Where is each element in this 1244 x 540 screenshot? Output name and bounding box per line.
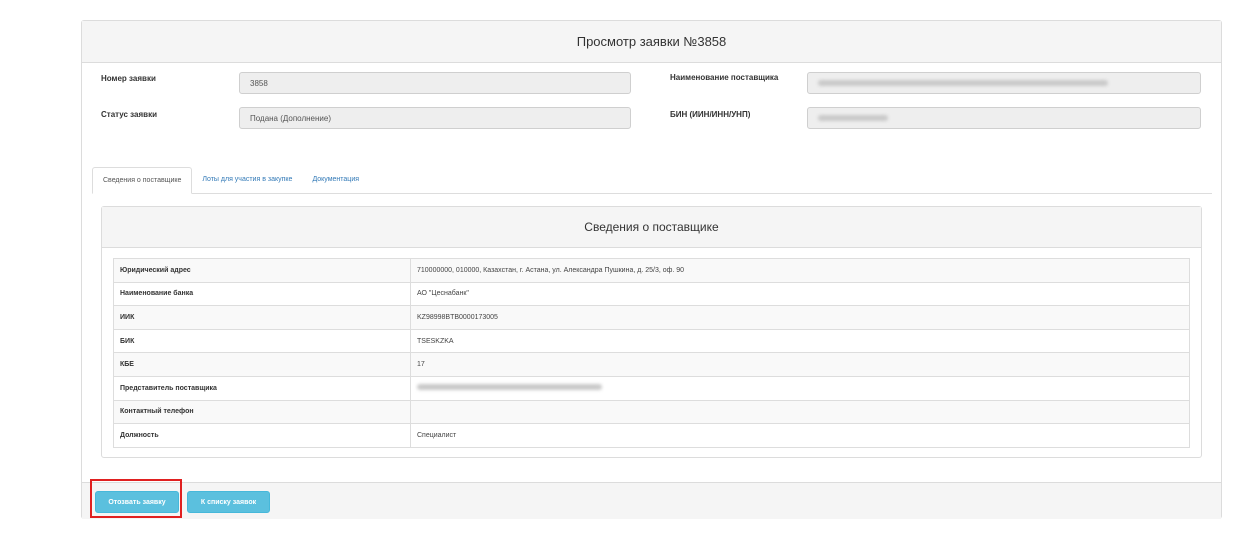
supplier-name-field — [807, 72, 1201, 94]
redacted-representative — [417, 384, 602, 391]
tab-lots[interactable]: Лоты для участия в закупке — [192, 166, 302, 193]
bin-field — [807, 107, 1201, 129]
row-key: ИИК — [113, 305, 411, 330]
supplier-info-heading: Сведения о поставщике — [102, 207, 1201, 248]
table-row: Контактный телефон — [113, 399, 1190, 425]
application-status-field: Подана (Дополнение) — [239, 107, 631, 129]
bin-label: БИН (ИИН/ИНН/УНП) — [670, 110, 751, 119]
table-row: Должность Специалист — [113, 423, 1190, 448]
row-value: АО "Цеснабанк" — [410, 281, 1190, 307]
application-status-label: Статус заявки — [101, 110, 158, 119]
application-status-value: Подана (Дополнение) — [250, 113, 331, 123]
supplier-info-title: Сведения о поставщике — [584, 220, 719, 234]
table-row: Наименование банка АО "Цеснабанк" — [113, 281, 1190, 307]
row-key: Контактный телефон — [113, 399, 411, 425]
row-value: KZ98998BTB0000173005 — [410, 305, 1190, 330]
row-key: БИК — [113, 328, 411, 354]
table-row: Представитель поставщика — [113, 375, 1190, 401]
panel-heading: Просмотр заявки №3858 — [82, 21, 1221, 63]
row-value: 710000000, 010000, Казахстан, г. Астана,… — [410, 258, 1190, 283]
row-value: 17 — [410, 352, 1190, 377]
row-value — [410, 399, 1190, 425]
page-title: Просмотр заявки №3858 — [576, 34, 727, 49]
highlight-box — [90, 479, 182, 518]
row-value: Специалист — [410, 423, 1190, 448]
row-key: Наименование банка — [113, 281, 411, 307]
application-number-field: 3858 — [239, 72, 631, 94]
row-value — [410, 375, 1190, 401]
row-key: Юридический адрес — [113, 258, 411, 283]
redacted-bin — [818, 115, 888, 121]
table-row: КБЕ 17 — [113, 352, 1190, 377]
supplier-name-label: Наименование поставщика — [670, 73, 779, 82]
supplier-info-panel: Сведения о поставщике Юридический адрес … — [101, 206, 1202, 458]
row-key: Должность — [113, 423, 411, 448]
redacted-supplier-name — [818, 80, 1108, 86]
tabs-bar: Сведения о поставщике Лоты для участия в… — [92, 167, 1212, 194]
application-number-value: 3858 — [250, 78, 268, 88]
row-value: TSESKZKA — [410, 328, 1190, 354]
row-key: КБЕ — [113, 352, 411, 377]
panel-footer: Отозвать заявку К списку заявок — [82, 482, 1221, 519]
table-row: ИИК KZ98998BTB0000173005 — [113, 305, 1190, 330]
back-to-list-button[interactable]: К списку заявок — [187, 491, 270, 513]
table-row: БИК TSESKZKA — [113, 328, 1190, 354]
tab-supplier-info[interactable]: Сведения о поставщике — [92, 167, 193, 194]
application-number-label: Номер заявки — [101, 74, 156, 83]
supplier-info-table: Юридический адрес 710000000, 010000, Каз… — [113, 258, 1190, 448]
application-view-panel: Просмотр заявки №3858 Номер заявки 3858 … — [81, 20, 1222, 519]
table-row: Юридический адрес 710000000, 010000, Каз… — [113, 258, 1190, 283]
row-key: Представитель поставщика — [113, 375, 411, 401]
tab-documentation[interactable]: Документация — [302, 166, 369, 193]
